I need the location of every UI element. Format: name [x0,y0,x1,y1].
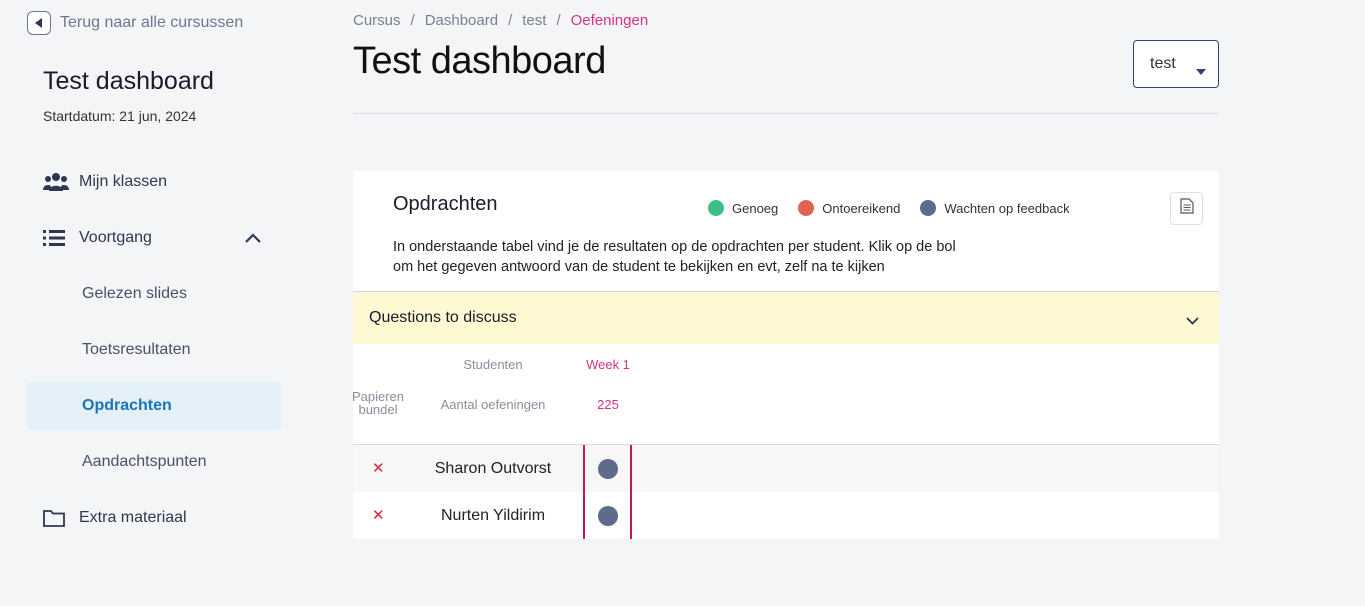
close-icon[interactable]: ✕ [372,459,385,477]
sidebar-item-extra-materiaal[interactable]: Extra materiaal [27,494,281,542]
table-row: ✕ Sharon Outvorst [353,445,1219,492]
list-icon [43,229,71,247]
breadcrumb-separator: / [508,12,513,29]
legend-label: Wachten op feedback [944,200,1070,216]
accordion-label: Questions to discuss [369,309,517,326]
col-header-paper-line: bundel [358,402,398,417]
sidebar-item-voortgang[interactable]: Voortgang [27,214,281,262]
breadcrumb-separator: / [410,12,415,29]
chevron-down-icon[interactable] [1186,312,1199,330]
sidebar-item-mijn-klassen[interactable]: Mijn klassen [27,158,281,206]
class-select[interactable]: test [1133,40,1219,88]
sidebar-item-label: Voortgang [79,229,152,246]
sidebar-item-label: Opdrachten [82,397,172,414]
export-document-button[interactable] [1170,192,1203,225]
result-ball[interactable] [598,459,618,479]
legend-dot [798,200,815,216]
breadcrumb: Cursus / Dashboard / test / Oefeningen [353,12,648,29]
exercise-count-label: Aantal oefeningen [440,397,546,412]
legend-item-genoeg: Genoeg [708,200,778,216]
sidebar-item-aandachtspunten[interactable]: Aandachtspunten [27,438,281,486]
back-link-label[interactable]: Terug naar alle cursussen [60,14,243,32]
legend-label: Genoeg [732,200,779,216]
legend-dot [708,200,724,216]
col-header-week[interactable]: Week 1 [578,357,638,372]
close-icon[interactable]: ✕ [372,506,385,524]
card-description: In onderstaande tabel vind je de resulta… [393,237,1033,277]
sidebar-item-label: Extra materiaal [79,509,187,526]
description-line: In onderstaande tabel vind je de resulta… [393,239,956,255]
result-ball[interactable] [598,506,618,526]
chevron-up-icon[interactable] [245,230,261,248]
questions-accordion[interactable]: Questions to discuss [353,291,1219,344]
users-icon [43,172,71,192]
table-row: ✕ Nurten Yildirim [353,492,1219,539]
legend-item-wachten: Wachten op feedback [920,200,1070,216]
page-title: Test dashboard [353,40,606,82]
course-title: Test dashboard [43,67,214,95]
chevron-left-icon[interactable] [27,11,51,35]
sidebar-item-label: Toetsresultaten [82,341,191,358]
assignments-card: Opdrachten Genoeg Ontoereikend Wachten o… [353,171,1219,539]
breadcrumb-item[interactable]: Dashboard [425,12,498,29]
back-to-courses-link[interactable]: Terug naar alle cursussen [27,11,243,35]
start-date: Startdatum: 21 jun, 2024 [43,108,196,124]
sidebar-item-gelezen-slides[interactable]: Gelezen slides [27,270,281,318]
start-date-label: Startdatum: [43,108,116,124]
folder-icon [43,509,71,527]
legend: Genoeg Ontoereikend Wachten op feedback [708,200,1090,216]
sidebar-item-opdrachten[interactable]: Opdrachten [27,382,281,430]
caret-down-icon [1196,62,1206,80]
sidebar-item-label: Mijn klassen [79,173,168,190]
col-header-students: Studenten [463,357,523,372]
sidebar-item-toetsresultaten[interactable]: Toetsresultaten [27,326,281,374]
breadcrumb-current: Oefeningen [570,12,649,29]
legend-dot [920,200,937,216]
header-divider [353,113,1219,114]
week-column-border-left [583,445,585,539]
card-title: Opdrachten [393,193,498,215]
sidebar-item-label: Gelezen slides [82,285,187,302]
breadcrumb-item[interactable]: Cursus [353,12,401,29]
student-name: Nurten Yildirim [440,507,546,524]
class-select-value: test [1150,55,1176,72]
col-header-paper: Papieren bundel [353,390,408,416]
document-icon [1179,198,1194,219]
description-line: om het gegeven antwoord van de student t… [393,259,885,275]
legend-item-ontoereikend: Ontoereikend [798,200,900,216]
exercise-count-value: 225 [597,397,619,412]
sidebar-item-label: Aandachtspunten [82,453,207,470]
week-column-border-right [630,445,632,539]
breadcrumb-separator: / [556,12,561,29]
breadcrumb-item[interactable]: test [522,12,546,29]
legend-label: Ontoereikend [822,200,901,216]
student-name: Sharon Outvorst [434,460,552,477]
start-date-value: 21 jun, 2024 [119,108,197,124]
